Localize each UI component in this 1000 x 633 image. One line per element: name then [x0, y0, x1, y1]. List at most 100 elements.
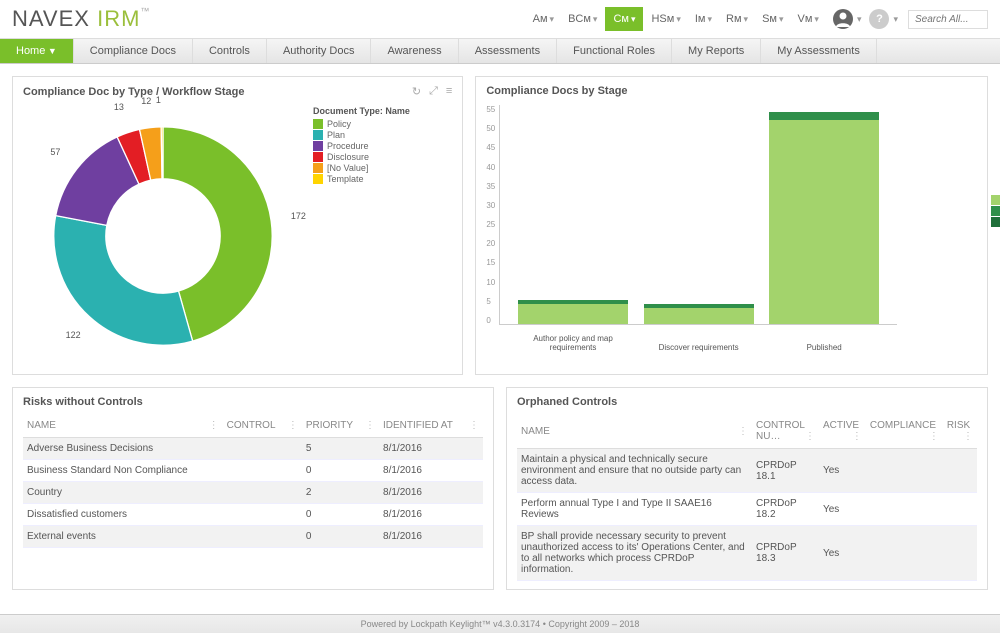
tables-row: Risks without Controls NAME⋮CONTROL⋮PRIO… [12, 387, 988, 590]
subnav-tab-my-reports[interactable]: My Reports [672, 39, 761, 63]
subnav: HomeCompliance DocsControlsAuthority Doc… [0, 39, 1000, 64]
table-row[interactable]: BP shall provide necessary security to p… [517, 526, 977, 581]
col-header[interactable]: CONTROL NU…⋮ [752, 414, 819, 449]
orphaned-table: NAME⋮CONTROL NU…⋮ACTIVE⋮COMPLIANCE⋮RISK⋮… [517, 414, 977, 581]
ytick: 55 [486, 105, 495, 114]
subnav-tab-home[interactable]: Home [0, 39, 74, 63]
panel-title: Orphaned Controls [517, 396, 977, 408]
cell-priority: 0 [302, 504, 379, 526]
module-tab-cm[interactable]: Cᴍ [605, 7, 643, 31]
legend-swatch [991, 195, 1000, 205]
cell-priority: 5 [302, 438, 379, 460]
cell-active: Yes [819, 526, 866, 581]
subnav-tab-authority-docs[interactable]: Authority Docs [267, 39, 372, 63]
cell-control [223, 460, 302, 482]
subnav-tab-functional-roles[interactable]: Functional Roles [557, 39, 672, 63]
cell-name: Perform annual Type I and Type II SAAE16… [517, 493, 752, 526]
ytick: 15 [486, 258, 495, 267]
logo-irm: IRM [97, 6, 140, 31]
subnav-tab-assessments[interactable]: Assessments [459, 39, 557, 63]
legend-item: Disclosure [991, 217, 1000, 227]
legend-item: [No Value] [991, 206, 1000, 216]
module-tab-am[interactable]: Aᴍ [527, 9, 560, 29]
table-row[interactable]: Maintain a physical and technically secu… [517, 449, 977, 493]
subnav-tab-compliance-docs[interactable]: Compliance Docs [74, 39, 193, 63]
subnav-tab-controls[interactable]: Controls [193, 39, 267, 63]
module-tab-rm[interactable]: Rᴍ [720, 9, 754, 29]
cell-compliance [866, 449, 943, 493]
table-row[interactable]: Country28/1/2016 [23, 482, 483, 504]
legend-label: Procedure [327, 141, 369, 151]
legend-label: [No Value] [327, 163, 368, 173]
legend-item: Template [313, 174, 410, 184]
ytick: 10 [486, 278, 495, 287]
legend-label: Plan [327, 130, 345, 140]
col-header[interactable]: CONTROL⋮ [223, 414, 302, 438]
donut-value-label: 13 [114, 102, 124, 112]
col-header[interactable]: COMPLIANCE⋮ [866, 414, 943, 449]
donut-value-label: 12 [141, 96, 151, 106]
ytick: 5 [486, 297, 495, 306]
col-header[interactable]: IDENTIFIED AT⋮ [379, 414, 483, 438]
cell-active: Yes [819, 493, 866, 526]
footer: Powered by Lockpath Keylight™ v4.3.0.317… [0, 614, 1000, 633]
table-row[interactable]: Business Standard Non Compliance08/1/201… [23, 460, 483, 482]
legend-item: Disclosure [313, 152, 410, 162]
subnav-tab-my-assessments[interactable]: My Assessments [761, 39, 877, 63]
bar-segment-policy[interactable] [518, 304, 628, 324]
donut-slice-plan[interactable] [54, 216, 193, 346]
bar-segment-policy[interactable] [769, 120, 879, 324]
table-row[interactable]: Perform annual Type I and Type II SAAE16… [517, 493, 977, 526]
module-tab-hsm[interactable]: HSᴍ [645, 9, 686, 29]
legend-swatch [313, 119, 323, 129]
bar-segment-policy[interactable] [644, 308, 754, 324]
module-tab-sm[interactable]: Sᴍ [756, 9, 789, 29]
col-header[interactable]: NAME⋮ [23, 414, 223, 438]
refresh-icon[interactable]: ↻ [412, 85, 421, 98]
cell-name: Maintain a physical and technically secu… [517, 449, 752, 493]
legend-title: Document Type: Name [313, 106, 410, 116]
legend-swatch [991, 206, 1000, 216]
expand-icon[interactable]: ⤢ [429, 85, 438, 98]
subnav-tab-awareness[interactable]: Awareness [371, 39, 458, 63]
table-row[interactable]: Adverse Business Decisions58/1/2016 [23, 438, 483, 460]
charts-row: Compliance Doc by Type / Workflow Stage … [12, 76, 988, 375]
legend-label: Disclosure [327, 152, 369, 162]
user-menu-caret[interactable] [855, 13, 862, 25]
legend-item: [No Value] [313, 163, 410, 173]
cell-control: CPRDoP 18.1 [752, 449, 819, 493]
cell-risk [943, 493, 977, 526]
bar-xlabel: Discover requirements [644, 343, 754, 352]
user-avatar-icon[interactable] [833, 9, 853, 29]
logo-navex: NAVEX [12, 6, 90, 31]
cell-identified: 8/1/2016 [379, 460, 483, 482]
cell-control: CPRDoP 18.3 [752, 526, 819, 581]
panel-docs-by-stage: Compliance Docs by Stage 051015202530354… [475, 76, 988, 375]
cell-identified: 8/1/2016 [379, 526, 483, 548]
cell-name: Dissatisfied customers [23, 504, 223, 526]
legend-item: Policy [991, 195, 1000, 205]
legend-swatch [313, 174, 323, 184]
help-menu-caret[interactable] [891, 13, 898, 25]
bar-segment-[no value][interactable] [769, 112, 879, 120]
col-header[interactable]: PRIORITY⋮ [302, 414, 379, 438]
search-input[interactable] [908, 10, 988, 29]
col-header[interactable]: ACTIVE⋮ [819, 414, 866, 449]
col-header[interactable]: RISK⋮ [943, 414, 977, 449]
legend-item: Policy [313, 119, 410, 129]
bar-yaxis: 0510152025303540455055 [486, 105, 499, 325]
cell-control: CPRDoP 18.2 [752, 493, 819, 526]
table-row[interactable]: Dissatisfied customers08/1/2016 [23, 504, 483, 526]
module-tab-im[interactable]: Iᴍ [689, 9, 718, 29]
legend-swatch [313, 130, 323, 140]
col-header[interactable]: NAME⋮ [517, 414, 752, 449]
module-tab-bcm[interactable]: BCᴍ [562, 9, 603, 29]
panel-title: Compliance Doc by Type / Workflow Stage [23, 86, 244, 98]
table-row[interactable]: External events08/1/2016 [23, 526, 483, 548]
legend-label: Policy [327, 119, 351, 129]
ytick: 40 [486, 163, 495, 172]
donut-slice-template[interactable] [161, 127, 163, 179]
help-icon[interactable]: ? [869, 9, 889, 29]
menu-icon[interactable]: ≡ [446, 85, 452, 98]
module-tab-vm[interactable]: Vᴍ [792, 9, 825, 29]
